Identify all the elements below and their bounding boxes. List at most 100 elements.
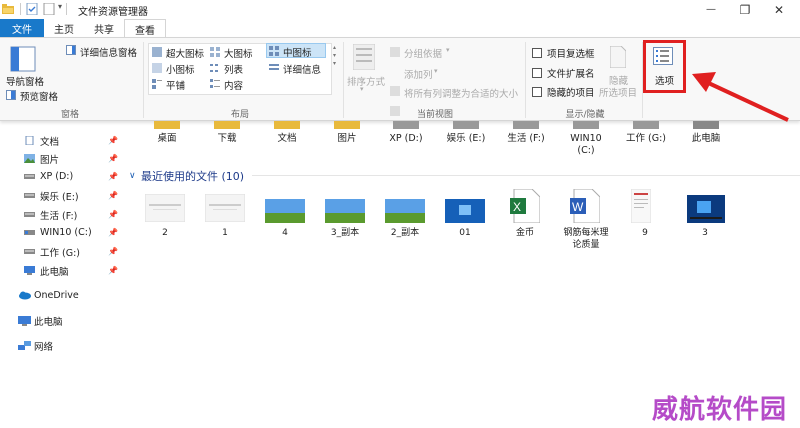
folder-label[interactable]: XP (D:) [376,133,436,145]
layout-content[interactable]: 内容 [224,78,243,92]
item-checkboxes-checkbox[interactable] [532,48,542,58]
folder-icon[interactable] [2,3,14,15]
folder-label[interactable]: 桌面 [137,133,197,145]
folder-label[interactable]: 图片 [317,133,377,145]
gallery-scroll-icon[interactable]: ▴ ▾ ▾ [333,44,336,68]
tab-file[interactable]: 文件 [0,19,44,37]
file-label[interactable]: 4 [255,227,315,239]
pin-icon[interactable]: 📌 [108,247,118,256]
pin-icon[interactable]: 📌 [108,172,118,181]
folder-label[interactable]: 此电脑 [676,133,736,145]
file-label[interactable]: 钢筋每米理论质量 [560,227,612,251]
drive-icon[interactable] [633,121,659,132]
image-thumbnail[interactable] [445,199,485,226]
folder-label[interactable]: 生活 (F:) [496,133,556,145]
add-columns-button[interactable]: 添加列 [404,67,433,81]
sort-by-button[interactable]: 排序方式 [347,74,385,88]
sort-by-icon[interactable] [352,43,376,73]
drive-icon[interactable] [513,121,539,132]
pin-icon[interactable]: 📌 [108,136,118,145]
nav-item-drive-d[interactable]: XP (D:) 📌 [24,168,124,185]
excel-file-icon[interactable]: X [510,188,541,226]
nav-item-this-pc-pinned[interactable]: 此电脑 📌 [24,262,124,279]
layout-small-icons[interactable]: 小图标 [166,62,195,76]
desktop-folder-icon[interactable] [154,121,180,132]
qa-dropdown-icon[interactable]: ▾ [58,2,62,11]
layout-large-icons[interactable]: 大图标 [224,46,253,60]
navigation-pane-button[interactable]: 导航窗格 [6,74,44,88]
hidden-items-label[interactable]: 隐藏的项目 [547,85,595,99]
new-folder-icon[interactable] [43,2,55,16]
group-by-dropdown-icon[interactable]: ▾ [446,46,450,54]
image-thumbnail[interactable] [325,199,365,226]
item-checkboxes-label[interactable]: 项目复选框 [547,46,595,60]
layout-list[interactable]: 列表 [224,62,243,76]
pin-icon[interactable]: 📌 [108,228,118,237]
navigation-pane-icon[interactable] [10,46,36,75]
pin-icon[interactable]: 📌 [108,154,118,163]
folder-label[interactable]: 下载 [197,133,257,145]
downloads-folder-icon[interactable] [214,121,240,132]
preview-pane-icon[interactable] [6,90,16,103]
hidden-items-checkbox[interactable] [532,87,542,97]
nav-item-drive-f[interactable]: 生活 (F:) 📌 [24,206,124,223]
file-label[interactable]: 9 [615,227,675,239]
file-label[interactable]: 金币 [495,227,555,239]
size-all-columns-button[interactable]: 将所有列调整为合适的大小 [404,86,518,100]
close-button[interactable]: ✕ [764,0,794,19]
image-thumbnail[interactable] [385,199,425,226]
sort-by-dropdown-icon[interactable]: ▾ [360,85,364,93]
layout-extra-large-icons[interactable]: 超大图标 [166,46,204,60]
nav-item-drive-c[interactable]: WIN10 (C:) 📌 [24,224,124,241]
drive-icon[interactable] [393,121,419,132]
file-label[interactable]: 2_副本 [375,227,435,239]
file-label[interactable]: 2 [135,227,195,239]
image-thumbnail[interactable] [265,199,305,226]
minimize-button[interactable]: — [696,0,726,19]
drive-icon[interactable] [453,121,479,132]
options-icon[interactable] [653,47,673,68]
tab-view[interactable]: 查看 [124,19,166,38]
file-extensions-checkbox[interactable] [532,68,542,78]
nav-item-onedrive[interactable]: OneDrive [18,287,118,304]
file-label[interactable]: 3_副本 [315,227,375,239]
documents-folder-icon[interactable] [274,121,300,132]
folder-label[interactable]: 文档 [257,133,317,145]
file-extensions-label[interactable]: 文件扩展名 [547,66,595,80]
computer-icon[interactable] [693,121,719,132]
options-button[interactable]: 选项 [655,73,674,87]
layout-tiles[interactable]: 平铺 [166,78,185,92]
layout-details[interactable]: 详细信息 [283,62,321,76]
nav-item-drive-e[interactable]: 娱乐 (E:) 📌 [24,187,124,204]
nav-item-pictures[interactable]: 图片 📌 [24,150,124,167]
chevron-down-icon[interactable]: ∨ [129,171,136,181]
pin-icon[interactable]: 📌 [108,266,118,275]
nav-item-network[interactable]: 网络 [18,337,118,354]
folder-label[interactable]: WIN10 (C:) [556,133,616,157]
details-pane-icon[interactable] [66,45,76,58]
pin-icon[interactable]: 📌 [108,210,118,219]
nav-item-this-pc[interactable]: 此电脑 [18,312,118,329]
pin-icon[interactable]: 📌 [108,191,118,200]
windows-drive-icon[interactable] [573,121,599,132]
image-thumbnail[interactable] [204,193,246,225]
image-thumbnail[interactable] [687,195,725,226]
image-thumbnail[interactable] [144,193,186,225]
maximize-button[interactable]: ❐ [730,0,760,19]
nav-item-drive-g[interactable]: 工作 (G:) 📌 [24,243,124,260]
details-pane-button[interactable]: 详细信息窗格 [80,45,137,59]
file-label[interactable]: 3 [675,227,735,239]
image-thumbnail[interactable] [630,188,652,226]
group-by-button[interactable]: 分组依据 [404,46,442,60]
nav-item-documents[interactable]: 文档 📌 [24,132,124,149]
file-label[interactable]: 01 [435,227,495,239]
hide-selected-button-line2[interactable]: 所选项目 [599,85,637,99]
add-columns-dropdown-icon[interactable]: ▾ [434,67,438,75]
preview-pane-button[interactable]: 预览窗格 [20,89,58,103]
word-file-icon[interactable]: W [570,188,601,226]
folder-label[interactable]: 娱乐 (E:) [436,133,496,145]
recent-files-header[interactable]: 最近使用的文件 (10) [141,168,244,184]
tab-share[interactable]: 共享 [84,19,124,37]
file-label[interactable]: 1 [195,227,255,239]
folder-label[interactable]: 工作 (G:) [616,133,676,145]
